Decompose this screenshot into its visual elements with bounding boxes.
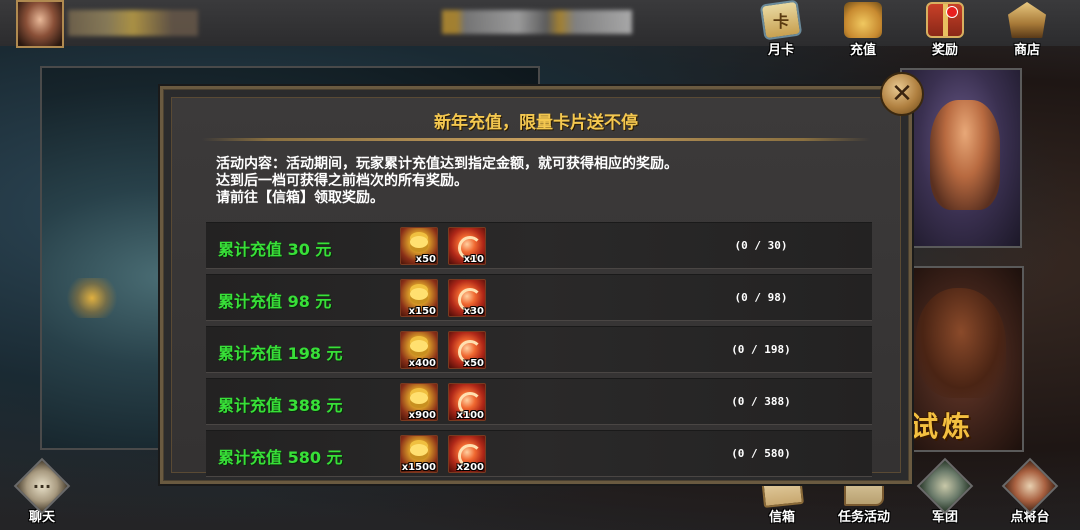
- tier-progress: (0 / 198): [731, 343, 791, 356]
- reward-quantity: x200: [456, 462, 484, 473]
- chat-button[interactable]: 聊天: [12, 457, 72, 528]
- dialog-panel: 新年充值，限量卡片送不停 活动内容：活动期间，玩家累计充值达到指定金额，就可获得…: [171, 97, 901, 477]
- tier-row: 累计充值 30 元 x50 x10 (0 / 30): [206, 222, 872, 269]
- shop-label: 商店: [1013, 43, 1040, 58]
- description-line-2: 达到后一档可获得之前档次的所有奖励。: [216, 173, 468, 189]
- reward-quantity: x50: [463, 358, 484, 369]
- tier-label: 累计充值 388 元: [218, 396, 343, 415]
- tier-progress: (0 / 388): [731, 395, 791, 408]
- reward-quantity: x400: [408, 358, 436, 369]
- gift-box-icon: [926, 2, 964, 38]
- card-fragment-reward-icon[interactable]: x100: [448, 383, 486, 421]
- gold-ingot-reward-icon[interactable]: x50: [400, 227, 438, 265]
- tier-progress: (0 / 580): [731, 447, 791, 460]
- mailbox-label: 信箱: [768, 510, 795, 525]
- gold-ingot-reward-icon[interactable]: x400: [400, 331, 438, 369]
- title-divider: [202, 138, 870, 141]
- month-card-icon: [759, 0, 803, 41]
- shop-button[interactable]: 商店: [999, 2, 1055, 60]
- event-description: 活动内容：活动期间，玩家累计充值达到指定金额，就可获得相应的奖励。 达到后一档可…: [216, 156, 876, 207]
- legion-button[interactable]: 军团: [915, 457, 975, 528]
- close-icon: ✕: [891, 79, 913, 109]
- card-fragment-reward-icon[interactable]: x50: [448, 331, 486, 369]
- recharge-icon: [844, 2, 882, 38]
- reward-quantity: x900: [408, 410, 436, 421]
- reward-quantity: x150: [408, 306, 436, 317]
- notification-dot-icon: [946, 6, 958, 18]
- recharge-button[interactable]: 充值: [835, 2, 891, 60]
- tier-progress: (0 / 30): [734, 239, 788, 252]
- card-fragment-reward-icon[interactable]: x200: [448, 435, 486, 473]
- tier-row: 累计充值 198 元 x400 x50 (0 / 198): [206, 326, 872, 373]
- card-fragment-reward-icon[interactable]: x10: [448, 227, 486, 265]
- card-fragment-reward-icon[interactable]: x30: [448, 279, 486, 317]
- reward-quantity: x50: [415, 254, 436, 265]
- month-card-button[interactable]: 月卡: [753, 0, 809, 60]
- shop-icon: [1008, 2, 1046, 38]
- recharge-label: 充值: [849, 43, 876, 58]
- reward-quantity: x1500: [401, 462, 436, 473]
- reward-button[interactable]: 奖励: [917, 2, 973, 60]
- warhorse-image: [916, 288, 1006, 398]
- description-line-3: 请前往【信箱】领取奖励。: [216, 190, 384, 206]
- tier-label: 累计充值 30 元: [218, 240, 332, 259]
- tier-progress: (0 / 98): [734, 291, 788, 304]
- tier-label: 累计充值 580 元: [218, 448, 343, 467]
- tier-row: 累计充值 580 元 x1500 x200 (0 / 580): [206, 430, 872, 477]
- gold-ingot-reward-icon[interactable]: x150: [400, 279, 438, 317]
- player-avatar[interactable]: [16, 0, 64, 48]
- gold-ingot-reward-icon[interactable]: x900: [400, 383, 438, 421]
- hero-portrait: [930, 100, 1000, 210]
- lantern-glow: [62, 278, 122, 318]
- close-button[interactable]: ✕: [880, 72, 924, 116]
- month-card-label: 月卡: [767, 43, 794, 58]
- task-activity-label: 任务活动: [837, 510, 890, 525]
- server-info-redacted: [442, 10, 632, 34]
- player-name-redacted: [68, 10, 198, 36]
- tier-list: 累计充值 30 元 x50 x10 (0 / 30) 累计充值 98 元 x15…: [206, 222, 872, 482]
- dialog-title: 新年充值，限量卡片送不停: [434, 113, 638, 133]
- tier-row: 累计充值 388 元 x900 x100 (0 / 388): [206, 378, 872, 425]
- general-platform-button[interactable]: 点将台: [998, 457, 1062, 528]
- gold-ingot-reward-icon[interactable]: x1500: [400, 435, 438, 473]
- description-line-1: 活动内容：活动期间，玩家累计充值达到指定金额，就可获得相应的奖励。: [216, 156, 678, 172]
- reward-quantity: x100: [456, 410, 484, 421]
- reward-label: 奖励: [931, 43, 958, 58]
- tier-row: 累计充值 98 元 x150 x30 (0 / 98): [206, 274, 872, 321]
- tier-label: 累计充值 98 元: [218, 292, 332, 311]
- tier-label: 累计充值 198 元: [218, 344, 343, 363]
- recharge-event-dialog: 新年充值，限量卡片送不停 活动内容：活动期间，玩家累计充值达到指定金额，就可获得…: [160, 86, 912, 484]
- reward-quantity: x10: [463, 254, 484, 265]
- reward-quantity: x30: [463, 306, 484, 317]
- trial-banner-text: 试炼: [910, 410, 975, 443]
